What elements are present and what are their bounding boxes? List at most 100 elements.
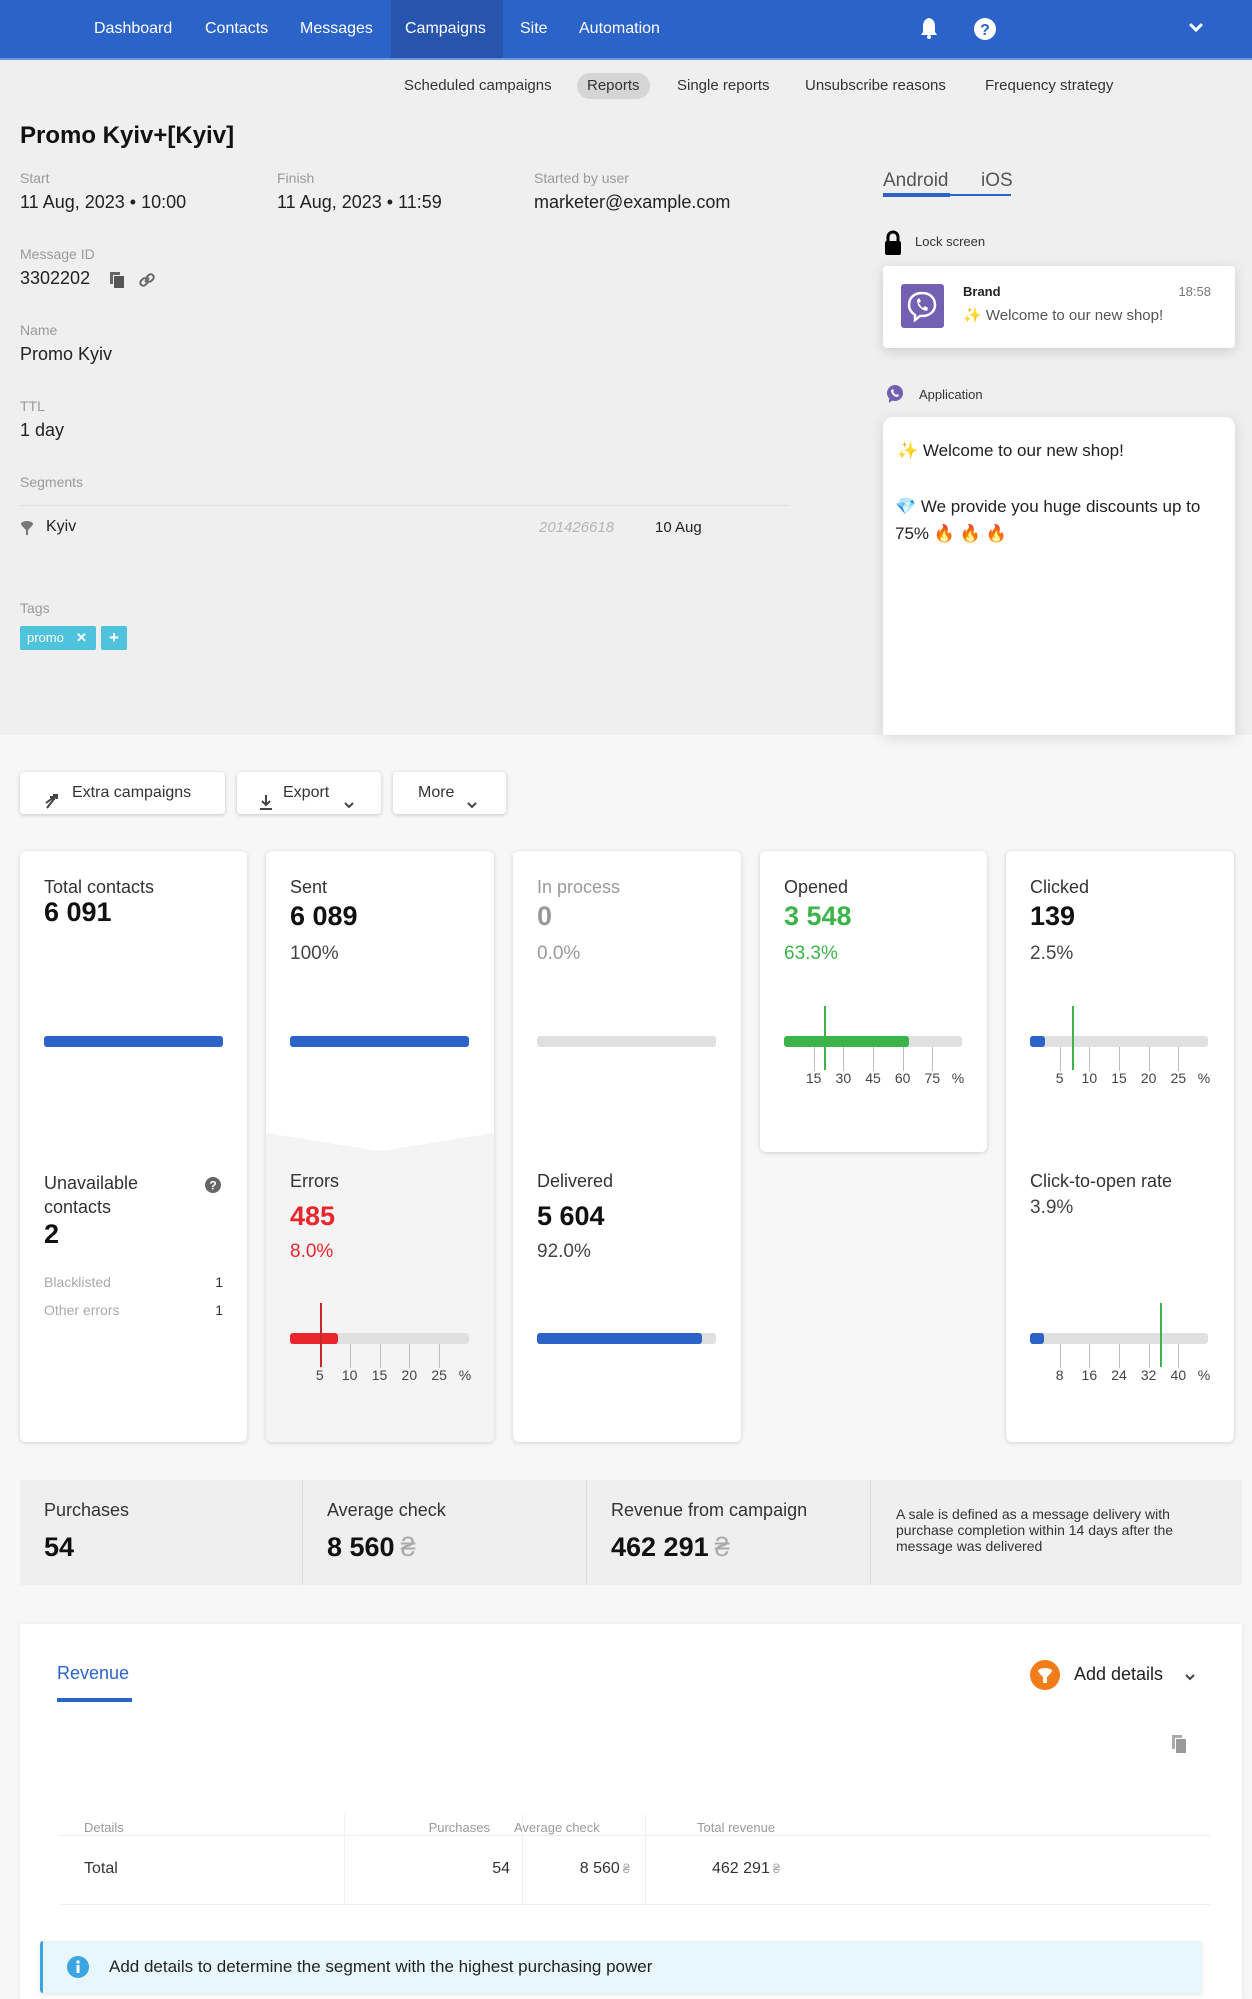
segment-name: Kyiv: [46, 518, 77, 535]
start-value: 11 Aug, 2023 • 10:00: [20, 192, 187, 212]
info-banner: Add details to determine the segment wit…: [40, 1941, 1202, 1993]
tab-revenue[interactable]: Revenue: [57, 1663, 129, 1684]
scale-tick-label: 10: [341, 1367, 358, 1383]
scale-fill: [784, 1036, 910, 1047]
clicked-label: Clicked: [1030, 877, 1090, 897]
cell-total-revenue: 462 291: [712, 1860, 770, 1877]
clicked-value: 139: [1030, 901, 1076, 931]
started-by-value: marketer@example.com: [534, 192, 731, 212]
scale-tick-label: 15: [1111, 1070, 1127, 1086]
col-purchases: Purchases: [428, 1820, 490, 1835]
column-divider: [344, 1814, 345, 1904]
copy-icon[interactable]: [1170, 1734, 1188, 1759]
cto-percent: 3.9%: [1030, 1197, 1074, 1218]
nav-contacts[interactable]: Contacts: [191, 0, 282, 60]
delivered-value: 5 604: [537, 1201, 605, 1231]
finish-label: Finish: [277, 170, 315, 186]
scale-unit: %: [951, 1070, 965, 1086]
info-text: Add details to determine the segment wit…: [109, 1957, 653, 1976]
total-contacts-label: Total contacts: [44, 877, 155, 897]
more-button[interactable]: More: [393, 772, 506, 814]
chevron-down-icon: [343, 786, 355, 828]
scale-unit: %: [1197, 1070, 1211, 1086]
subnav-single-reports[interactable]: Single reports: [667, 73, 780, 99]
chevron-down-icon: [1184, 1670, 1196, 1688]
scale-unit: %: [1197, 1367, 1211, 1383]
subnav-frequency-strategy[interactable]: Frequency strategy: [975, 73, 1123, 99]
tag-remove-icon[interactable]: ✕: [76, 626, 87, 650]
scale-tick-label: 40: [1170, 1367, 1187, 1383]
lock-icon: [883, 230, 903, 261]
scale-tick-label: 45: [865, 1070, 881, 1086]
currency-symbol: ₴: [714, 1532, 730, 1562]
help-icon[interactable]: ?: [972, 16, 998, 42]
chevron-down-icon[interactable]: [1186, 18, 1212, 44]
scale-tick: [1178, 1047, 1180, 1071]
col-average-check: Average check: [514, 1820, 600, 1835]
clicked-card: Clicked 139 2.5% 5 10 15 20 25% Click-to-ope…: [1006, 851, 1234, 1442]
add-details-label: Add details: [1074, 1664, 1164, 1684]
tab-android[interactable]: Android: [883, 170, 949, 192]
scale-tick: [813, 1047, 815, 1071]
errors-label: Errors: [290, 1171, 339, 1191]
currency-symbol: ₴: [772, 1861, 781, 1876]
benchmark-marker: [319, 1303, 322, 1367]
scale-tick: [932, 1047, 934, 1071]
nav-automation[interactable]: Automation: [565, 0, 674, 60]
segment-row[interactable]: Kyiv 201426618 10 Aug: [20, 516, 790, 546]
scale-tick-label: 5: [1055, 1070, 1064, 1086]
subnav-reports[interactable]: Reports: [577, 73, 650, 99]
scale-tick: [1089, 1047, 1091, 1071]
scale-tick-label: 5: [315, 1367, 324, 1383]
scale-tick: [1059, 1047, 1061, 1071]
started-by-label: Started by user: [534, 170, 629, 186]
nav-campaigns[interactable]: Campaigns: [391, 0, 503, 60]
export-button[interactable]: Export: [237, 772, 381, 814]
nav-dashboard[interactable]: Dashboard: [80, 0, 186, 60]
start-label: Start: [20, 170, 50, 186]
bell-icon[interactable]: [918, 16, 944, 42]
scale-tick-label: 15: [805, 1070, 822, 1086]
link-icon[interactable]: [138, 271, 156, 289]
ttl-label: TTL: [20, 398, 45, 414]
scale-tick-label: 10: [1081, 1070, 1098, 1086]
delivered-bar: [537, 1333, 716, 1344]
in-process-card: In process 0 0.0% Delivered 5 604 92.0%: [513, 851, 741, 1442]
revenue-value-wrap: 462 291 ₴: [611, 1532, 730, 1563]
name-value: Promo Kyiv: [20, 344, 113, 364]
scale-fill: [1030, 1036, 1045, 1047]
add-tag-button[interactable]: +: [101, 626, 127, 650]
help-icon[interactable]: ?: [204, 1176, 222, 1199]
name-label: Name: [20, 322, 58, 338]
revenue-value: 462 291: [611, 1532, 709, 1562]
subnav-scheduled-campaigns[interactable]: Scheduled campaigns: [394, 73, 562, 99]
extra-campaigns-button[interactable]: Extra campaigns: [20, 772, 225, 814]
viber-icon: [885, 384, 905, 409]
scale-tick: [1148, 1344, 1150, 1368]
sub-navigation: Scheduled campaigns Reports Single repor…: [0, 60, 1252, 112]
copy-icon[interactable]: [108, 271, 126, 289]
scale-tick: [843, 1047, 845, 1071]
column-divider: [645, 1814, 646, 1904]
nav-messages[interactable]: Messages: [286, 0, 387, 60]
scale-tick: [1059, 1344, 1061, 1368]
unavailable-value: 2: [44, 1219, 60, 1249]
sent-bar-fill: [290, 1036, 469, 1047]
opened-label: Opened: [784, 877, 849, 897]
tab-ios[interactable]: iOS: [981, 170, 1013, 192]
nav-site[interactable]: Site: [506, 0, 562, 60]
sale-definition-note: A sale is defined as a message delivery …: [896, 1506, 1174, 1554]
scale-tick-label: 60: [894, 1070, 911, 1086]
subnav-unsubscribe-reasons[interactable]: Unsubscribe reasons: [795, 73, 956, 99]
scale-tick-label: 32: [1140, 1367, 1157, 1383]
in-process-value: 0: [537, 901, 553, 931]
scale-track: [290, 1333, 469, 1344]
filter-icon: [20, 520, 34, 541]
clicked-percent: 2.5%: [1030, 943, 1074, 964]
app-message-line1: ✨ Welcome to our new shop!: [897, 441, 1124, 460]
tag-promo[interactable]: promo ✕: [20, 626, 96, 650]
unavailable-label: Unavailable contacts: [44, 1173, 139, 1217]
message-id-value: 3302202: [20, 268, 91, 288]
table-header-divider: [60, 1835, 1210, 1836]
viber-app-icon: [901, 284, 944, 328]
